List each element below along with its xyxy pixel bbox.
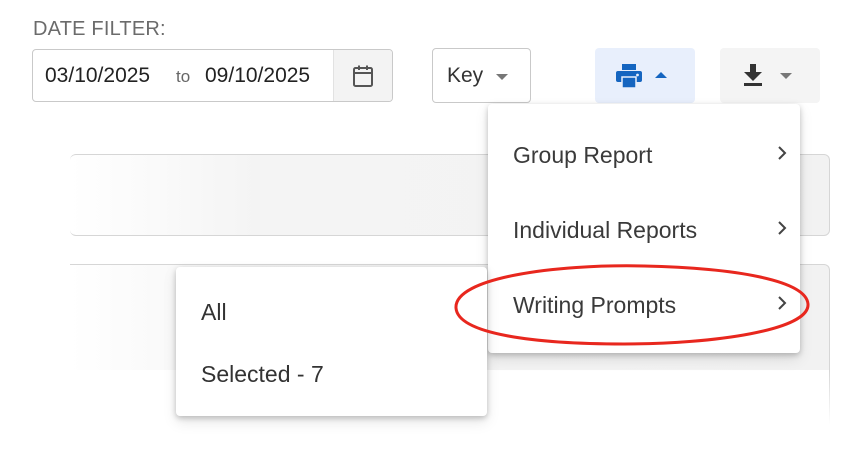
print-button[interactable] [595, 48, 695, 103]
report-card-edge [829, 370, 830, 425]
date-filter-label: DATE FILTER: [33, 18, 166, 40]
menu-item-writing-prompts[interactable]: Writing Prompts [488, 268, 800, 342]
report-page: DATE FILTER: 03/10/2025 to 09/10/2025 Ke… [0, 0, 862, 465]
date-range-field[interactable]: 03/10/2025 to 09/10/2025 [32, 49, 393, 102]
submenu-item-selected[interactable]: Selected - 7 [176, 343, 487, 403]
menu-item-individual-reports[interactable]: Individual Reports [488, 193, 800, 267]
key-dropdown[interactable]: Key [432, 48, 531, 103]
download-button[interactable] [720, 48, 820, 103]
submenu-item-label: All [201, 299, 227, 325]
print-menu: Group Report Individual Reports Writing … [488, 104, 800, 353]
calendar-button[interactable] [333, 50, 392, 101]
chevron-right-icon [778, 146, 787, 160]
chevron-right-icon [778, 296, 787, 310]
menu-item-group-report[interactable]: Group Report [488, 118, 800, 192]
key-dropdown-label: Key [447, 64, 484, 87]
caret-down-icon [496, 74, 508, 80]
menu-item-label: Writing Prompts [513, 292, 677, 318]
chevron-right-icon [778, 221, 787, 235]
download-icon [744, 64, 762, 86]
menu-item-label: Group Report [513, 142, 653, 168]
submenu-item-all[interactable]: All [176, 281, 487, 341]
caret-up-icon [655, 72, 667, 78]
submenu-item-label: Selected - 7 [201, 361, 324, 387]
date-range-separator: to [176, 67, 191, 86]
menu-item-label: Individual Reports [513, 217, 698, 243]
printer-icon [616, 64, 642, 89]
calendar-icon [353, 65, 373, 87]
caret-down-icon [780, 73, 792, 79]
end-date-input[interactable]: 09/10/2025 [205, 64, 310, 88]
start-date-input[interactable]: 03/10/2025 [45, 64, 150, 88]
writing-prompts-submenu: All Selected - 7 [176, 267, 487, 416]
